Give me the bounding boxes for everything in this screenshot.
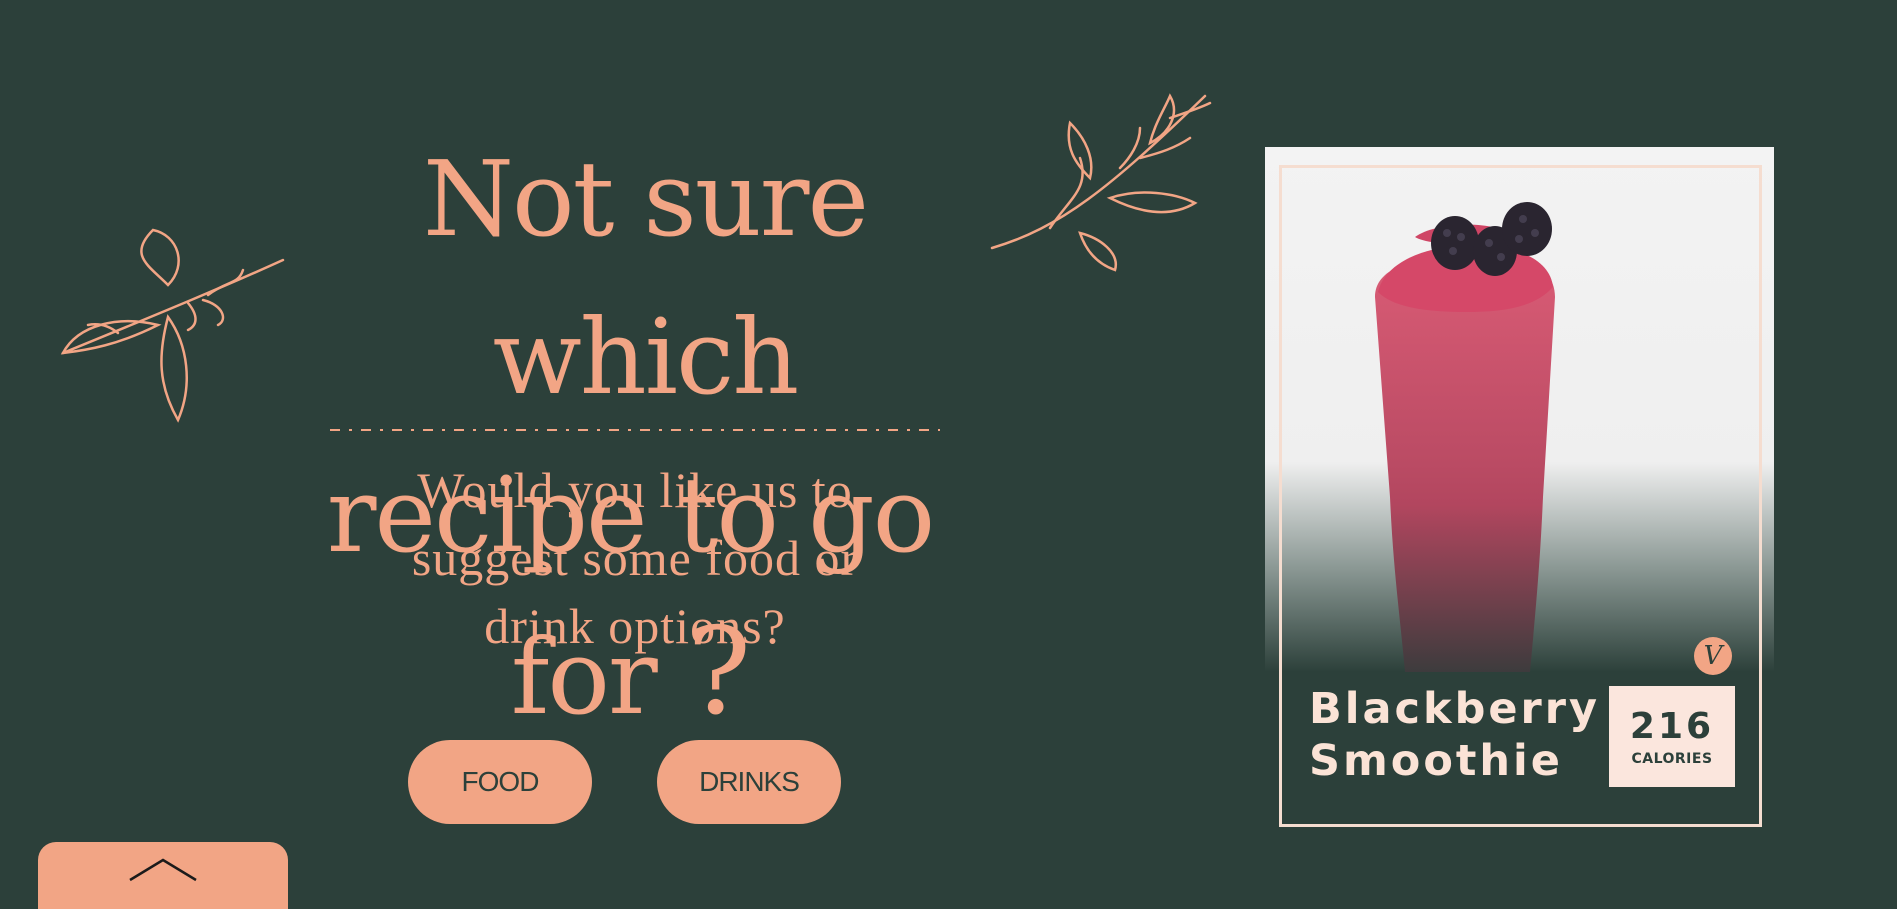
- subtitle-line-3: drink options?: [484, 598, 786, 654]
- subtitle-line-2: suggest some food or: [411, 530, 859, 586]
- calorie-box: 216 CALORIES: [1609, 686, 1735, 787]
- scroll-up-tab[interactable]: [38, 842, 288, 909]
- leaf-sprig-right-icon: [990, 93, 1212, 272]
- recipe-name-line-2: Smoothie: [1309, 736, 1563, 786]
- drinks-button[interactable]: DRINKS: [657, 740, 841, 824]
- subtitle-line-1: Would you like us to: [417, 462, 853, 518]
- dotted-divider: [330, 429, 940, 431]
- headline-line-1: Not sure which: [422, 138, 869, 418]
- chevron-up-icon: [129, 858, 197, 882]
- recipe-card[interactable]: V Blackberry Smoothie 216 CALORIES: [1265, 147, 1774, 837]
- vegan-icon: V: [1694, 637, 1732, 675]
- food-button[interactable]: FOOD: [408, 740, 592, 824]
- page-headline: Not sure which recipe to go for ?: [240, 120, 1020, 756]
- calorie-value: 216: [1629, 706, 1715, 747]
- recipe-name-line-1: Blackberry: [1309, 684, 1601, 734]
- calorie-label: CALORIES: [1631, 751, 1713, 767]
- recipe-photo: [1265, 147, 1774, 672]
- smoothie-glass-image: [1375, 202, 1555, 672]
- recipe-name: Blackberry Smoothie: [1309, 683, 1601, 787]
- suggestion-prompt: Would you like us to suggest some food o…: [340, 456, 930, 660]
